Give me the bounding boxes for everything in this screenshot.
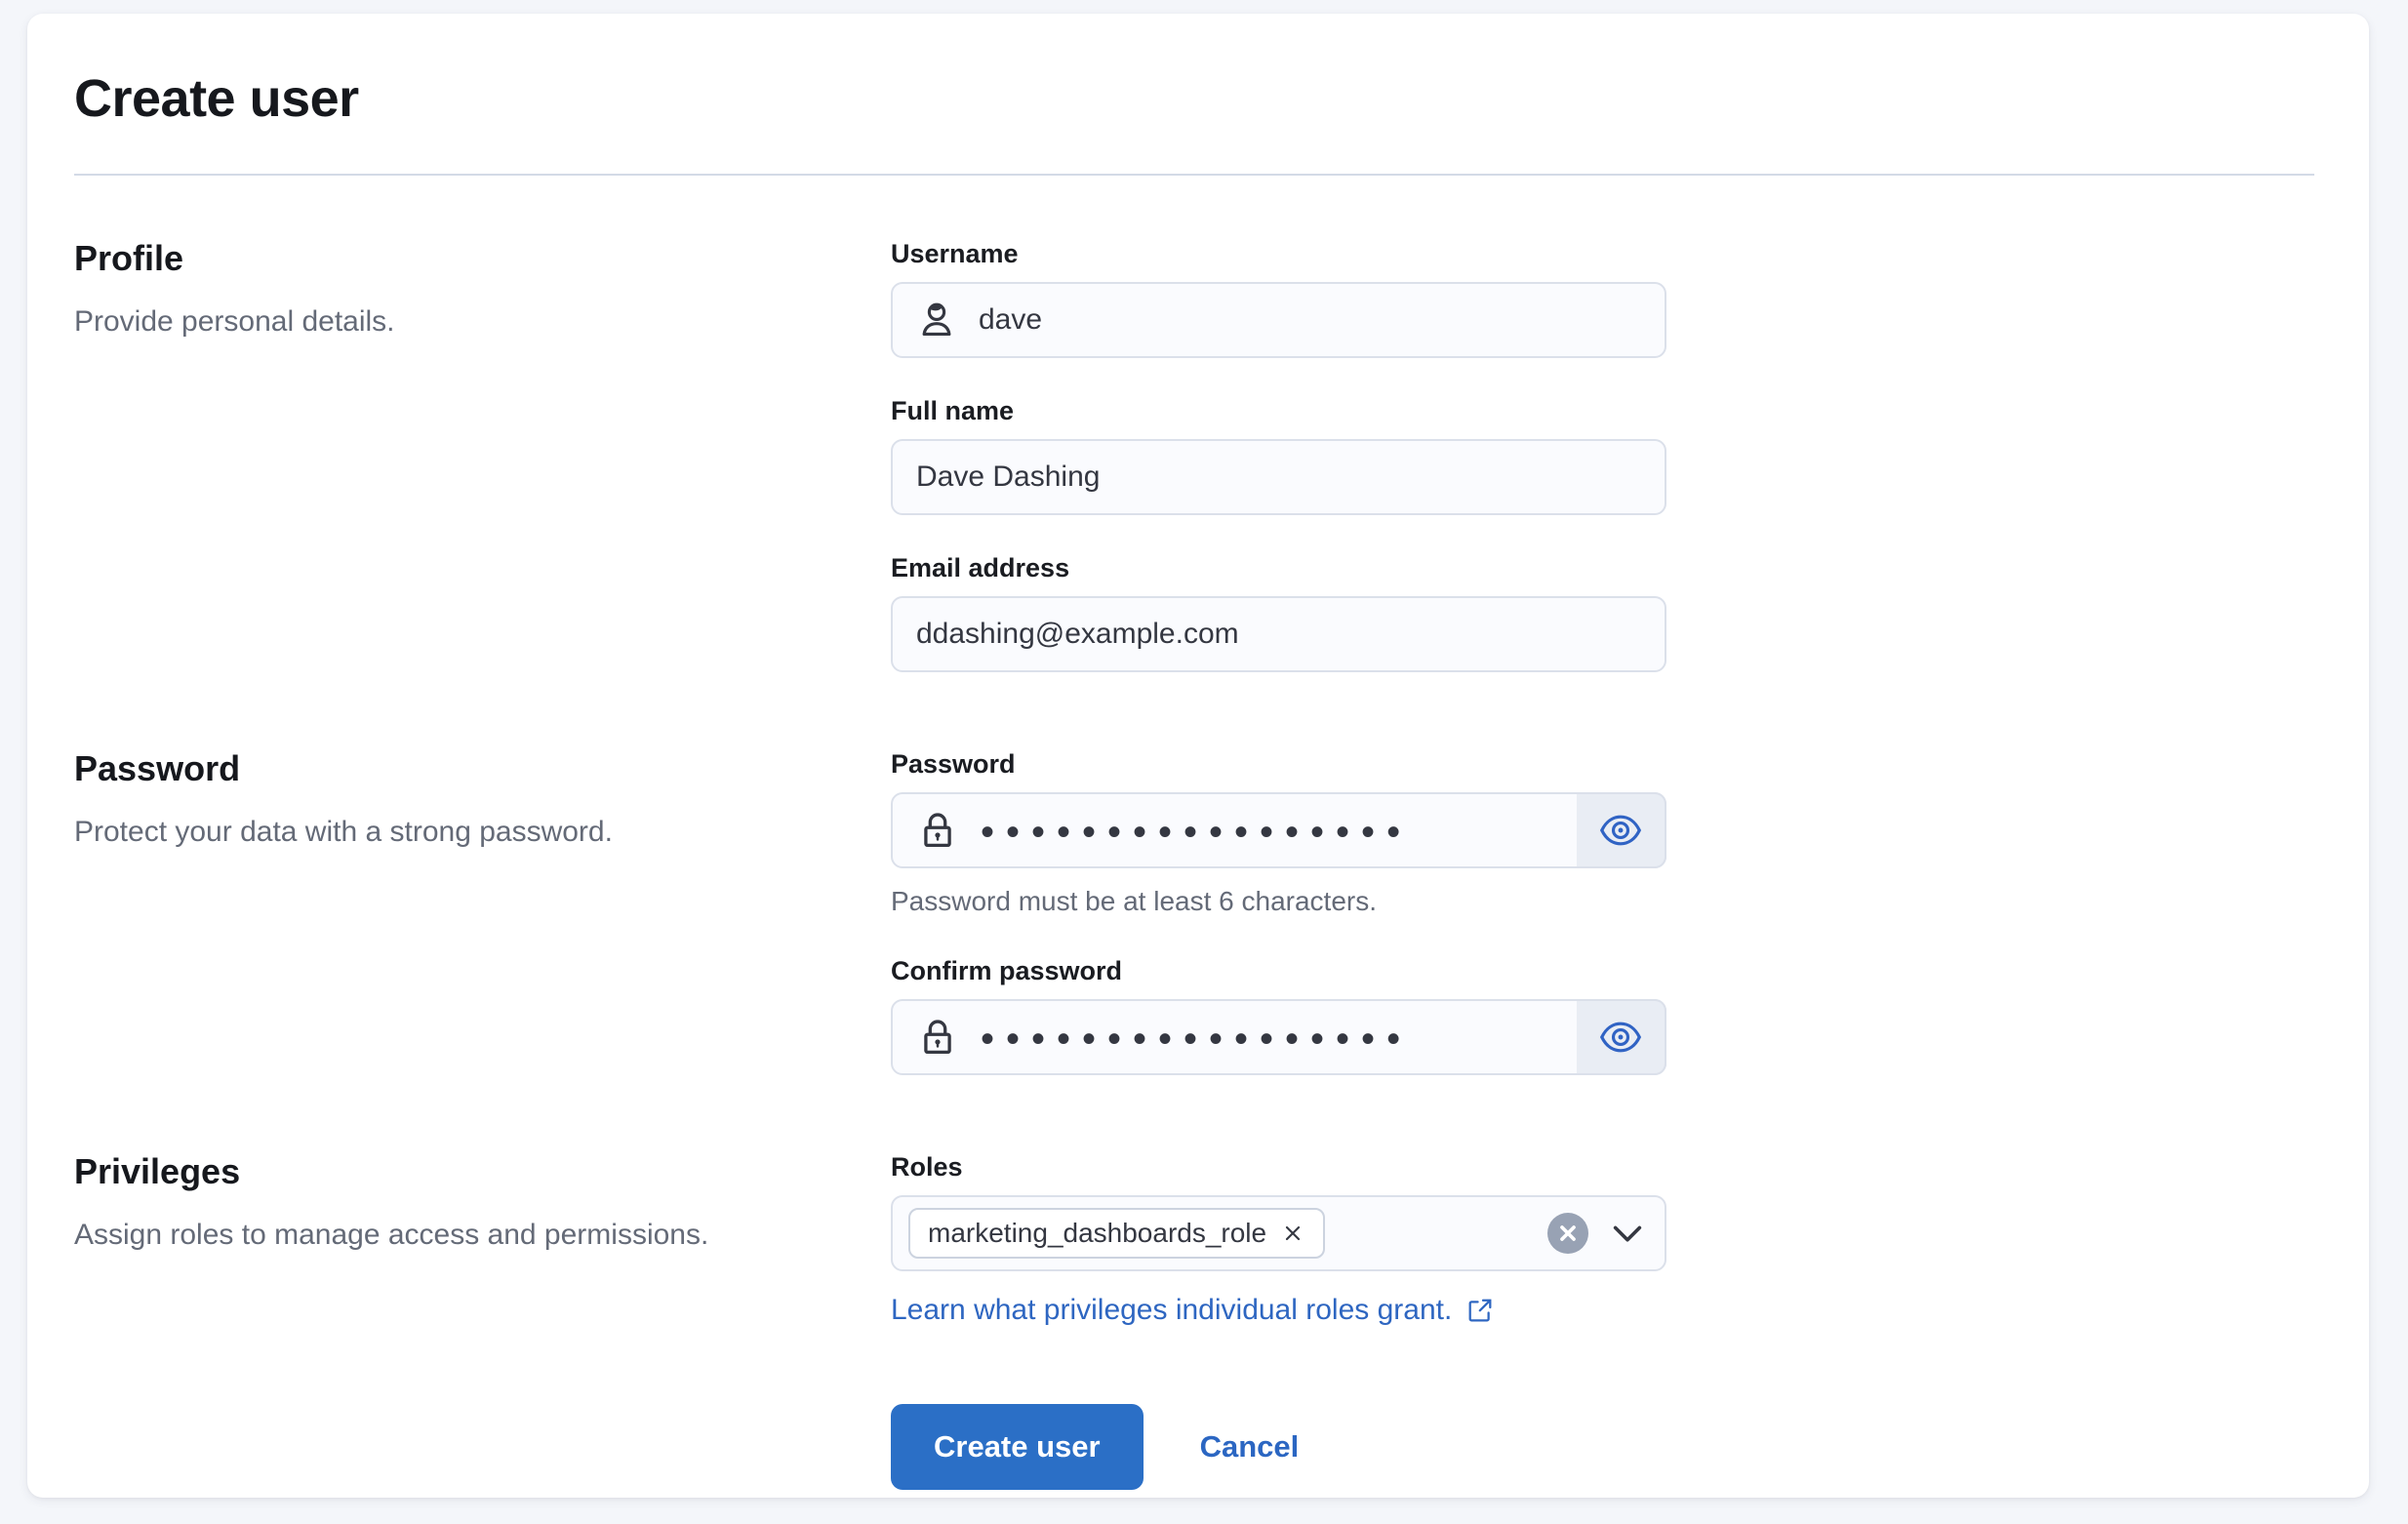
clear-roles-button[interactable] [1547,1213,1588,1254]
password-description: Protect your data with a strong password… [74,813,832,852]
roles-help-link-text: Learn what privileges individual roles g… [891,1293,1452,1328]
full-name-input[interactable]: Dave Dashing [891,439,1666,515]
role-pill-label: marketing_dashboards_role [928,1218,1266,1249]
confirm-password-masked-value: ••••••••••••••••• [981,1020,1412,1059]
page-background: { "page": { "title": "Create user" }, "s… [0,0,2408,1524]
username-label: Username [891,238,1666,269]
full-name-label: Full name [891,395,1666,426]
password-visibility-toggle[interactable] [1577,792,1666,868]
password-section: Password Protect your data with a strong… [74,748,2322,1075]
eye-icon [1598,1015,1643,1060]
create-user-panel: Create user Profile Provide personal det… [27,14,2369,1498]
email-input[interactable]: ddashing@example.com [891,596,1666,672]
roles-label: Roles [891,1151,1666,1183]
form-actions: Create user Cancel [891,1404,2322,1490]
email-value: ddashing@example.com [916,618,1239,651]
password-label: Password [891,748,1666,780]
privileges-heading: Privileges [74,1151,832,1192]
lock-icon [916,809,959,852]
cancel-button[interactable]: Cancel [1200,1429,1300,1464]
password-masked-value: ••••••••••••••••• [981,813,1412,852]
roles-combobox[interactable]: marketing_dashboards_role [891,1195,1666,1271]
roles-expand-button[interactable] [1610,1216,1645,1251]
page-title: Create user [74,68,2322,129]
username-value: dave [979,303,1042,337]
create-user-button[interactable]: Create user [891,1404,1144,1490]
confirm-password-label: Confirm password [891,955,1666,986]
password-hint: Password must be at least 6 characters. [891,885,1666,918]
remove-role-button[interactable] [1280,1221,1305,1246]
confirm-password-input[interactable]: ••••••••••••••••• [891,999,1666,1075]
password-heading: Password [74,748,832,789]
username-input[interactable]: dave [891,282,1666,358]
confirm-password-visibility-toggle[interactable] [1577,999,1666,1075]
roles-help-link[interactable]: Learn what privileges individual roles g… [891,1293,1495,1328]
lock-icon [916,1016,959,1059]
role-pill: marketing_dashboards_role [908,1208,1325,1259]
password-input[interactable]: ••••••••••••••••• [891,792,1666,868]
profile-heading: Profile [74,238,832,279]
x-icon [1280,1221,1305,1246]
profile-section: Profile Provide personal details. Userna… [74,238,2322,672]
user-icon [916,300,957,341]
email-label: Email address [891,552,1666,583]
privileges-description: Assign roles to manage access and permis… [74,1216,832,1255]
full-name-value: Dave Dashing [916,461,1100,494]
profile-description: Provide personal details. [74,302,832,341]
external-link-icon [1465,1296,1495,1325]
eye-icon [1598,808,1643,853]
x-circle-icon [1557,1223,1579,1244]
privileges-section: Privileges Assign roles to manage access… [74,1151,2322,1328]
chevron-down-icon [1610,1216,1645,1251]
title-divider [74,174,2314,176]
